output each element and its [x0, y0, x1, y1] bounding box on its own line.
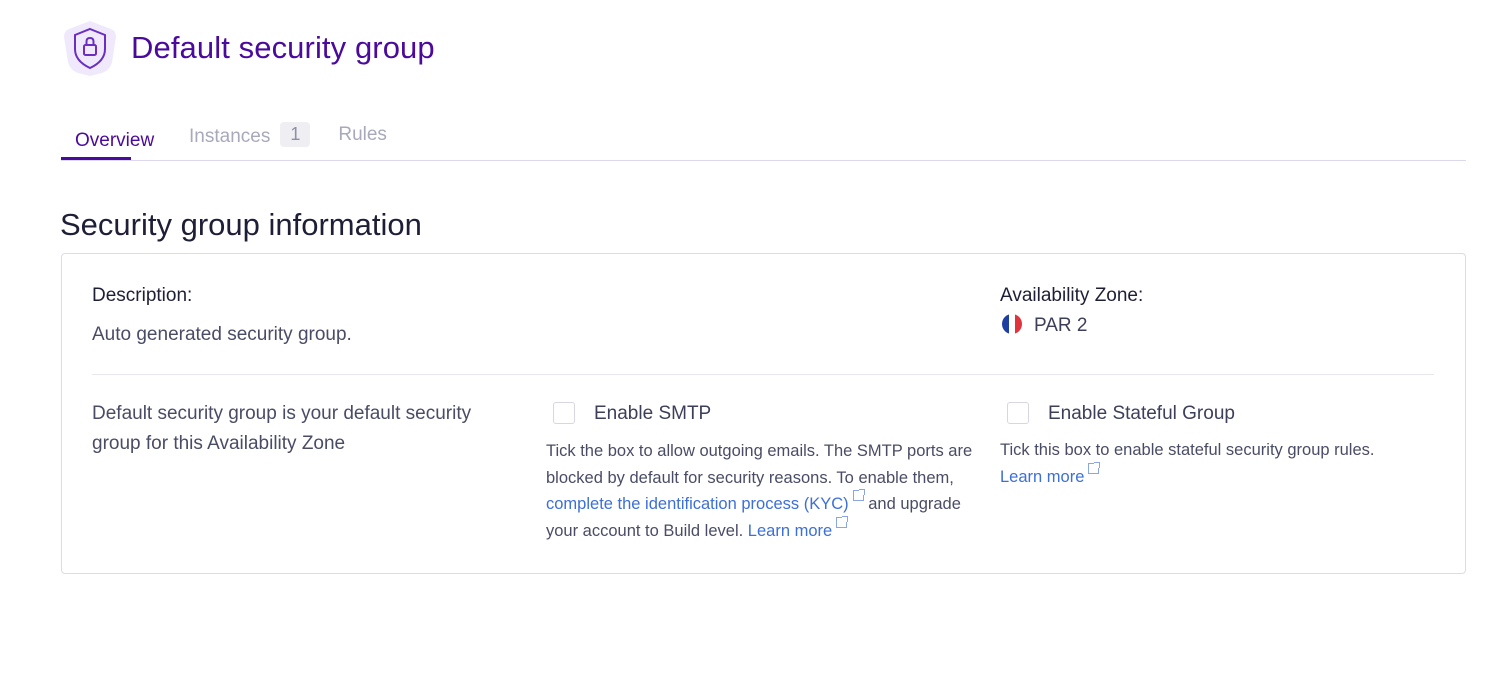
card-divider [92, 374, 1434, 375]
tab-instances-label: Instances [189, 125, 271, 147]
smtp-help-text: Tick the box to allow outgoing emails. T… [546, 438, 976, 544]
description-label: Description: [92, 285, 193, 306]
smtp-help-text-1: Tick the box to allow outgoing emails. T… [546, 442, 973, 487]
tab-rules[interactable]: Rules [338, 112, 387, 146]
stateful-help-text: Tick this box to enable stateful securit… [1000, 437, 1380, 490]
description-value: Auto generated security group. [92, 324, 352, 345]
info-card: Description: Auto generated security gro… [61, 253, 1466, 574]
tab-rules-label: Rules [338, 124, 387, 145]
external-link-icon [836, 515, 849, 528]
tab-instances[interactable]: Instances 1 [189, 112, 311, 149]
enable-stateful-label[interactable]: Enable Stateful Group [1048, 403, 1235, 425]
france-flag-icon [1002, 313, 1022, 334]
tab-bar: Overview Instances 1 Rules [61, 112, 1466, 161]
section-title: Security group information [60, 207, 422, 242]
stateful-learn-more-link[interactable]: Learn more [1000, 461, 1101, 486]
kyc-link[interactable]: complete the identification process (KYC… [546, 489, 865, 513]
availability-zone-value: PAR 2 [1002, 313, 1088, 337]
enable-smtp-checkbox[interactable] [553, 402, 575, 424]
page-title: Default security group [131, 30, 435, 65]
smtp-learn-more-link[interactable]: Learn more [748, 515, 849, 540]
default-group-text: Default security group is your default s… [92, 403, 472, 454]
stateful-help-text-1: Tick this box to enable stateful securit… [1000, 441, 1375, 459]
availability-zone-label: Availability Zone: [1000, 285, 1144, 306]
enable-stateful-checkbox[interactable] [1007, 402, 1029, 424]
enable-smtp-label[interactable]: Enable SMTP [594, 403, 711, 425]
page-header: Default security group [61, 18, 435, 78]
external-link-icon [852, 489, 865, 501]
tab-overview-label: Overview [75, 129, 155, 151]
external-link-icon [1088, 461, 1101, 474]
shield-lock-icon [61, 18, 119, 78]
zone-text: PAR 2 [1034, 315, 1088, 336]
tab-overview[interactable]: Overview [61, 112, 154, 160]
instances-count-badge: 1 [280, 122, 311, 147]
